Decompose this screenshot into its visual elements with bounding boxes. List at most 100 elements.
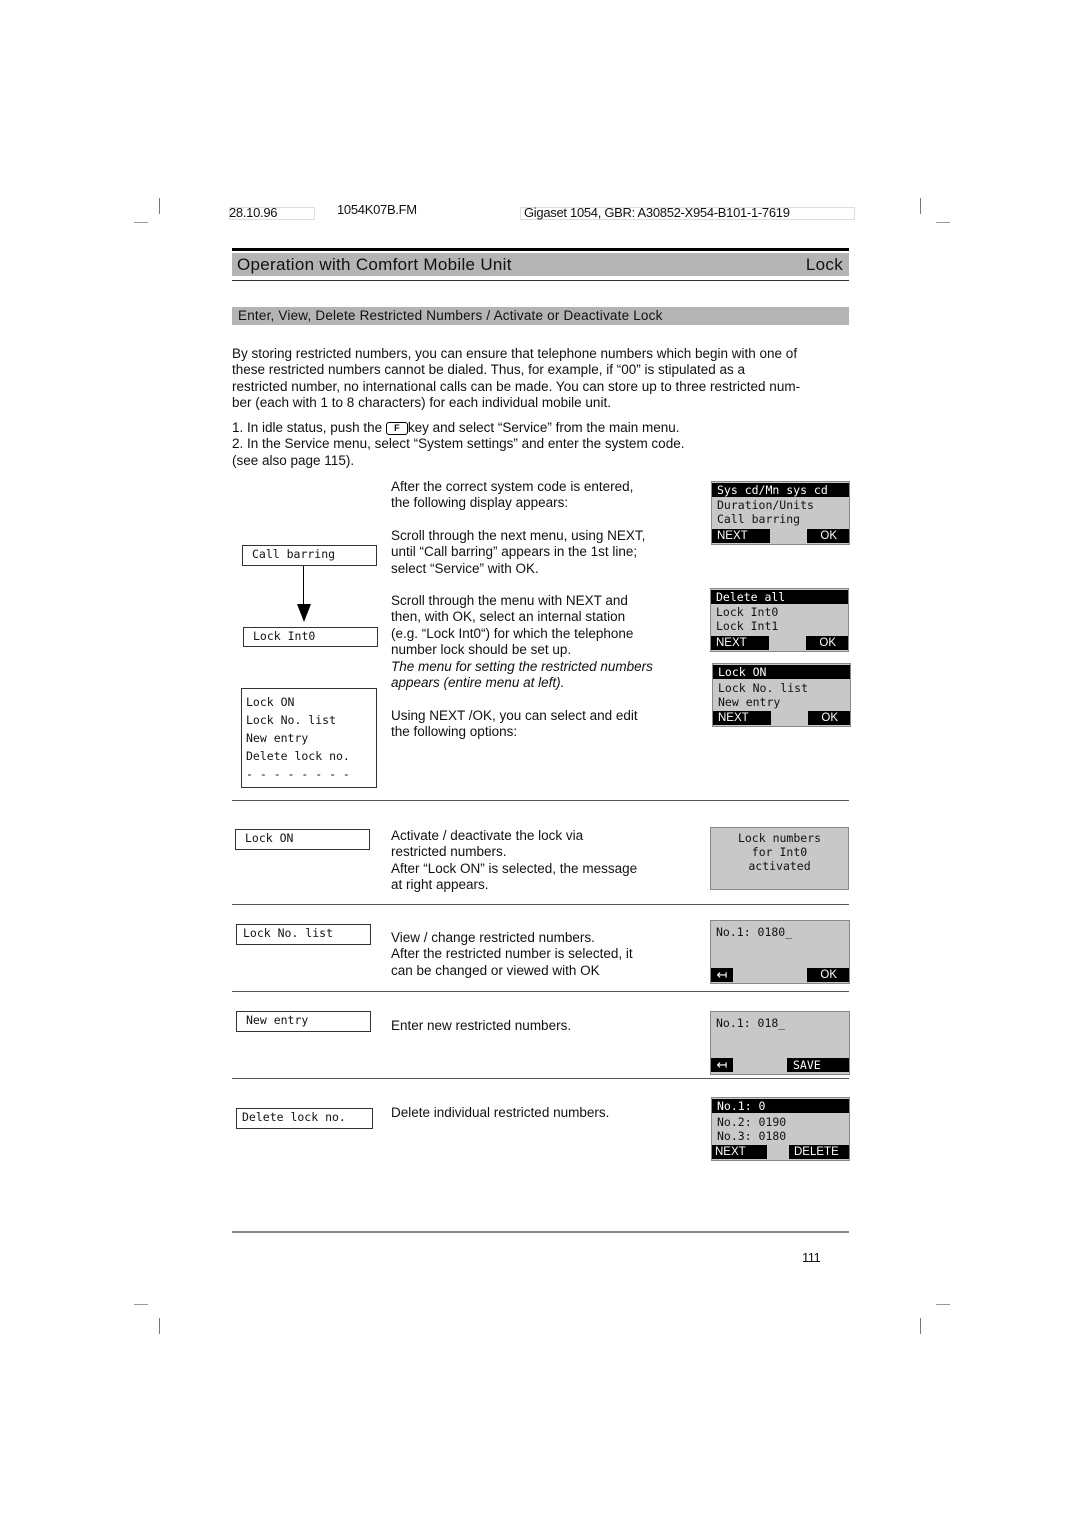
desc-line: Scroll through the menu with NEXT and bbox=[391, 593, 628, 608]
desc-line-italic: The menu for setting the restricted numb… bbox=[391, 658, 653, 674]
step-3: (see also page 115). bbox=[232, 452, 355, 468]
back-arrow-icon: ↤ bbox=[711, 1058, 733, 1072]
lcd-row: Call barring bbox=[717, 512, 801, 526]
softkey-ok: OK bbox=[807, 529, 849, 543]
header-date: 28.10.96 bbox=[229, 205, 278, 220]
softkey-next: NEXT bbox=[713, 711, 771, 725]
title-top-rule bbox=[232, 248, 849, 251]
lcd-row: New entry bbox=[718, 695, 781, 709]
intro-line: these restricted numbers cannot be diale… bbox=[232, 362, 746, 378]
option-desc-new-entry: Enter new restricted numbers. bbox=[391, 1018, 571, 1034]
option-desc-lock-no-list: View / change restricted numbers. After … bbox=[391, 930, 633, 979]
lcd-row: No.2: 0190 bbox=[717, 1115, 787, 1129]
crop-mark bbox=[920, 198, 921, 214]
lcd-row: Duration/Units bbox=[717, 498, 814, 512]
flow-desc-3: Scroll through the menu with NEXT and th… bbox=[391, 593, 653, 691]
lcd-display-lock-activated: Lock numbers for Int0 activated bbox=[710, 827, 849, 890]
softkey-next: NEXT bbox=[712, 529, 770, 543]
desc-line: the following options: bbox=[391, 724, 518, 740]
lcd-row: Lock No. list bbox=[718, 681, 809, 695]
menu-item: Lock ON bbox=[246, 695, 295, 709]
desc-line: select “Service” with OK. bbox=[391, 560, 539, 576]
desc-line: After the restricted number is selected,… bbox=[391, 946, 633, 962]
divider bbox=[232, 1078, 849, 1079]
crop-mark bbox=[936, 1304, 950, 1305]
page-title: Operation with Comfort Mobile Unit bbox=[237, 255, 512, 274]
option-label: Lock ON bbox=[245, 831, 294, 845]
menu-box-label: Lock Int0 bbox=[253, 629, 316, 643]
option-box-lock-no-list: Lock No. list bbox=[236, 924, 371, 945]
menu-item: Delete lock no. bbox=[246, 749, 350, 763]
step-1-text: 1. In idle status, push the bbox=[232, 420, 383, 435]
option-label: Lock No. list bbox=[243, 926, 334, 940]
option-box-new-entry: New entry bbox=[236, 1011, 371, 1032]
desc-line: (e.g. “Lock Int0“) for which the telepho… bbox=[391, 625, 634, 641]
softkey-next: NEXT bbox=[712, 1145, 767, 1159]
crop-mark bbox=[159, 1318, 160, 1334]
menu-item: New entry bbox=[246, 731, 309, 745]
divider bbox=[232, 800, 849, 801]
lcd-display-delete-list: No.1: 0 No.2: 0190 No.3: 0180 NEXT DELET… bbox=[711, 1097, 850, 1161]
desc-line: can be changed or viewed with OK bbox=[391, 962, 600, 978]
arrow-down-icon bbox=[297, 604, 311, 622]
desc-line: number lock should be set up. bbox=[391, 642, 572, 658]
lcd-display-number-edit: No.1: 0180_ ↤ OK bbox=[710, 920, 850, 984]
page-section-tag: Lock bbox=[805, 255, 843, 274]
menu-full-list: Lock ON Lock No. list New entry Delete l… bbox=[241, 688, 377, 788]
softkey-delete: DELETE bbox=[789, 1145, 849, 1159]
desc-line-italic: appears (entire menu at left). bbox=[391, 675, 565, 691]
lcd-row: No.1: 018_ bbox=[716, 1016, 786, 1030]
option-label: New entry bbox=[246, 1013, 309, 1027]
lcd-row-highlighted: Lock ON bbox=[713, 665, 850, 679]
menu-box-label: Call barring bbox=[252, 547, 336, 561]
desc-line: After “Lock ON” is selected, the message bbox=[391, 860, 638, 876]
f-key-label: F bbox=[394, 422, 400, 433]
option-desc-delete-lock-no: Delete individual restricted numbers. bbox=[391, 1105, 609, 1121]
lcd-display-new-entry: No.1: 018_ ↤ SAVE bbox=[710, 1011, 850, 1075]
crop-mark bbox=[134, 1304, 148, 1305]
intro-line: restricted number, no international call… bbox=[232, 378, 801, 394]
softkey-next: NEXT bbox=[711, 636, 769, 650]
section-heading: Enter, View, Delete Restricted Numbers /… bbox=[238, 308, 663, 323]
lcd-display-lock-menu: Lock ON Lock No. list New entry NEXT OK bbox=[712, 663, 851, 727]
lcd-display-system-menu: Sys cd/Mn sys cd Duration/Units Call bar… bbox=[711, 481, 850, 545]
footer-rule bbox=[232, 1231, 849, 1233]
menu-box-lock-int0: Lock Int0 bbox=[243, 627, 378, 647]
desc-line: at right appears. bbox=[391, 877, 489, 893]
crop-mark bbox=[936, 222, 950, 223]
desc-line: Using NEXT /OK, you can select and edit bbox=[391, 708, 638, 723]
lcd-row: No.3: 0180 bbox=[717, 1129, 787, 1143]
page-number: 111 bbox=[802, 1250, 821, 1265]
menu-box-call-barring: Call barring bbox=[242, 545, 377, 566]
title-bottom-rule bbox=[232, 280, 849, 281]
lcd-row-highlighted: No.1: 0 bbox=[712, 1099, 849, 1113]
section-heading-bar: Enter, View, Delete Restricted Numbers /… bbox=[232, 307, 849, 325]
desc-line: Activate / deactivate the lock via bbox=[391, 828, 584, 843]
divider bbox=[232, 904, 849, 905]
flow-desc-4: Using NEXT /OK, you can select and edit … bbox=[391, 708, 638, 741]
desc-line: until “Call barring” appears in the 1st … bbox=[391, 544, 638, 560]
desc-line: After the correct system code is entered… bbox=[391, 479, 634, 494]
lcd-row: Lock numbers bbox=[737, 831, 822, 845]
lcd-display-lock-stations: Delete all Lock Int0 Lock Int1 NEXT OK bbox=[710, 588, 849, 652]
intro-line: ber (each with 1 to 8 characters) for ea… bbox=[232, 395, 611, 411]
desc-line: restricted numbers. bbox=[391, 844, 507, 860]
page-title-bar: Operation with Comfort Mobile Unit Lock bbox=[232, 253, 849, 276]
step-1: 1. In idle status, push the Fkey and sel… bbox=[232, 420, 684, 436]
desc-line: View / change restricted numbers. bbox=[391, 930, 595, 945]
header-file: 1054K07B.FM bbox=[337, 202, 417, 217]
divider bbox=[232, 991, 849, 992]
softkey-ok: OK bbox=[806, 636, 848, 650]
softkey-ok: OK bbox=[807, 968, 849, 982]
menu-item: Lock No. list bbox=[246, 713, 337, 727]
desc-line: the following display appears: bbox=[391, 495, 569, 511]
option-box-lock-on: Lock ON bbox=[235, 829, 370, 850]
lcd-row: No.1: 0180_ bbox=[716, 925, 793, 939]
lcd-row: for Int0 bbox=[751, 845, 808, 859]
steps: 1. In idle status, push the Fkey and sel… bbox=[232, 420, 684, 469]
flow-arrow-line bbox=[303, 566, 304, 606]
flow-desc-1: After the correct system code is entered… bbox=[391, 479, 633, 512]
desc-line: Enter new restricted numbers. bbox=[391, 1018, 572, 1033]
lcd-row-highlighted: Sys cd/Mn sys cd bbox=[712, 483, 849, 497]
crop-mark bbox=[920, 1318, 921, 1334]
